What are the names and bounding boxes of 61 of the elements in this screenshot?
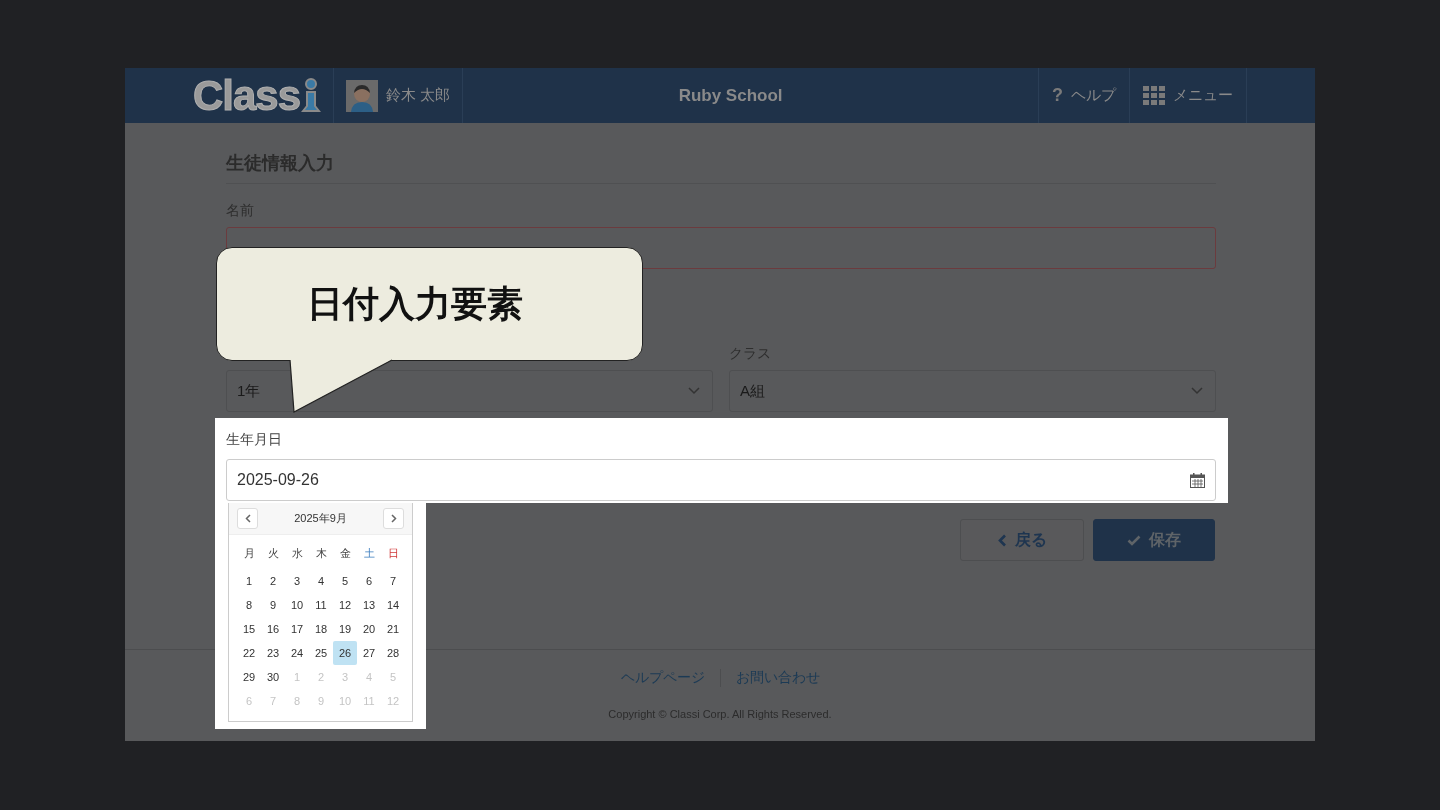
calendar-day[interactable]: 3 [285, 569, 309, 593]
date-input-field[interactable]: 2025-09-26 [226, 459, 1216, 501]
previous-month-button[interactable] [237, 508, 258, 529]
calendar-day[interactable]: 26 [333, 641, 357, 665]
calendar-day[interactable]: 27 [357, 641, 381, 665]
calendar-day[interactable]: 29 [237, 665, 261, 689]
calendar-day[interactable]: 21 [381, 617, 405, 641]
chevron-down-icon [688, 387, 700, 395]
calendar-icon [1190, 472, 1205, 488]
menu-label: メニュー [1173, 86, 1233, 105]
weekday-label: 金 [338, 545, 352, 561]
user-name[interactable]: 鈴木 太郎 [386, 86, 451, 105]
calendar-day[interactable]: 7 [381, 569, 405, 593]
calendar-day[interactable]: 11 [309, 593, 333, 617]
logo-i-icon [301, 77, 322, 114]
logo[interactable]: Class [193, 71, 301, 120]
calendar-day[interactable]: 30 [261, 665, 285, 689]
weekday-label: 日 [386, 545, 400, 561]
help-link[interactable]: ? ヘルプ [1038, 68, 1129, 123]
calendar-day[interactable]: 23 [261, 641, 285, 665]
calendar-day[interactable]: 4 [309, 569, 333, 593]
school-name: Ruby School [677, 84, 784, 107]
calendar-day[interactable]: 12 [333, 593, 357, 617]
calendar-day[interactable]: 1 [237, 569, 261, 593]
calendar-day[interactable]: 16 [261, 617, 285, 641]
calendar-day[interactable]: 14 [381, 593, 405, 617]
weekday-label: 水 [290, 545, 304, 561]
grid-menu-icon [1143, 85, 1165, 106]
calendar-day[interactable]: 28 [381, 641, 405, 665]
calendar-day[interactable]: 20 [357, 617, 381, 641]
calendar-day[interactable]: 17 [285, 617, 309, 641]
calendar-day[interactable]: 15 [237, 617, 261, 641]
help-label: ヘルプ [1071, 86, 1116, 105]
calendar-day[interactable]: 22 [237, 641, 261, 665]
calendar-day[interactable]: 19 [333, 617, 357, 641]
calendar-day[interactable]: 8 [237, 593, 261, 617]
calendar-day[interactable]: 2 [261, 569, 285, 593]
weekday-label: 土 [362, 545, 376, 561]
menu-link[interactable]: メニュー [1129, 68, 1247, 123]
calendar-day[interactable]: 25 [309, 641, 333, 665]
calendar-day[interactable]: 18 [309, 617, 333, 641]
weekday-label: 木 [314, 545, 328, 561]
chevron-left-icon [997, 533, 1007, 547]
chevron-right-icon [390, 514, 397, 523]
calendar-day[interactable]: 13 [357, 593, 381, 617]
calendar-day[interactable]: 24 [285, 641, 309, 665]
chevron-left-icon [244, 514, 251, 523]
help-icon: ? [1052, 85, 1063, 106]
avatar-icon[interactable] [346, 79, 378, 112]
calendar-day[interactable]: 10 [285, 593, 309, 617]
weekday-label: 月 [242, 545, 256, 561]
calendar-day[interactable]: 9 [261, 593, 285, 617]
next-month-button[interactable] [383, 508, 404, 529]
month-title: 2025年9月 [294, 511, 347, 526]
checkmark-icon [1127, 534, 1141, 546]
callout-text: 日付入力要素 [306, 281, 523, 326]
weekday-label: 火 [266, 545, 280, 561]
calendar-day[interactable]: 5 [333, 569, 357, 593]
calendar-day[interactable]: 6 [357, 569, 381, 593]
chevron-down-icon [1191, 387, 1203, 395]
field-label: 生年月日 [226, 431, 283, 447]
